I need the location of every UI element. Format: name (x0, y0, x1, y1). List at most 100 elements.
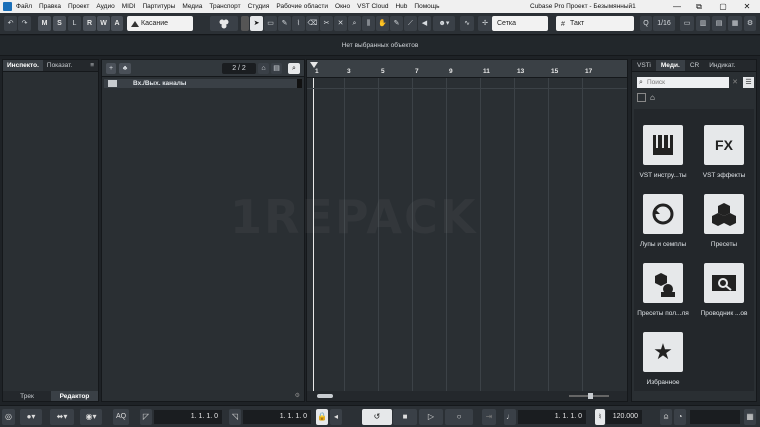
read-button[interactable]: R (83, 16, 96, 31)
tab-editor[interactable]: Редактор (51, 391, 98, 401)
menu-file[interactable]: Файл (16, 3, 32, 10)
track-row[interactable]: Вх./Вых. каналы (104, 79, 302, 88)
record-mode-select[interactable]: ●▾ (20, 409, 42, 425)
track-search-icon[interactable]: ⌕ (288, 63, 300, 74)
home-icon[interactable]: ⌂ (650, 93, 655, 102)
punch-in-icon[interactable]: ◂ (330, 409, 342, 425)
menu-transport[interactable]: Транспорт (209, 3, 240, 10)
line-tool[interactable]: ⟋ (404, 16, 417, 31)
menu-studio[interactable]: Студия (248, 3, 270, 10)
tab-vsti[interactable]: VSTi (632, 60, 656, 71)
listen-button[interactable]: L (68, 16, 81, 31)
zoom-slider-handle[interactable] (588, 393, 593, 399)
right-locator-display[interactable]: 1. 1. 1. 0 (243, 410, 311, 424)
tab-visibility[interactable]: Показат. (43, 60, 76, 71)
ruler[interactable]: 1 3 5 7 9 11 13 15 17 (307, 60, 627, 78)
auto-scroll-icon[interactable]: ∿ (460, 16, 474, 31)
marker-display[interactable] (690, 410, 740, 424)
inspector-menu-icon[interactable]: ≡ (86, 60, 98, 71)
restore-layout-button[interactable]: ⧉ (688, 0, 710, 13)
mute-button[interactable]: M (38, 16, 51, 31)
back-checkbox[interactable] (637, 93, 646, 102)
add-track-from-preset-icon[interactable]: ♣ (119, 63, 131, 74)
quantize-icon[interactable]: Q (640, 16, 652, 31)
horizontal-scrollbar[interactable] (307, 391, 627, 401)
fx-icon[interactable]: FX (704, 125, 744, 165)
tab-control-room[interactable]: CR (685, 60, 704, 71)
add-track-button[interactable]: + (106, 63, 116, 74)
mute-tool[interactable]: ✕ (334, 16, 347, 31)
menu-window[interactable]: Окно (335, 3, 350, 10)
maximize-button[interactable]: ▢ (712, 0, 734, 13)
menu-audio[interactable]: Аудио (96, 3, 114, 10)
record-button[interactable]: ○ (445, 409, 473, 425)
piano-icon[interactable] (643, 125, 683, 165)
snap-icon[interactable]: ✢ (478, 16, 492, 31)
menu-media[interactable]: Медиа (182, 3, 202, 10)
stop-button[interactable]: ■ (393, 409, 417, 425)
star-icon[interactable]: ★ (643, 332, 683, 372)
tab-inspector[interactable]: Инспекто. (3, 60, 43, 71)
transport-settings-icon[interactable]: ▦ (744, 409, 756, 425)
menu-help[interactable]: Помощь (414, 3, 439, 10)
color-tool-select[interactable] (210, 16, 238, 31)
lock-icon[interactable]: 🔒 (316, 409, 328, 425)
menu-scores[interactable]: Партитуры (142, 3, 175, 10)
tracklist-settings-icon[interactable]: ⚙ (295, 392, 300, 399)
tempo-track-icon[interactable]: ♮ (595, 409, 605, 425)
cycle-record-select[interactable]: ⬌▾ (50, 409, 74, 425)
track-layout-icon[interactable]: ▤ (271, 63, 282, 74)
play-button[interactable]: ▷ (419, 409, 443, 425)
settings-icon[interactable]: ⚙ (744, 16, 756, 31)
user-presets-icon[interactable] (643, 263, 683, 303)
glue-tool[interactable]: ⌇ (292, 16, 305, 31)
left-zone-icon[interactable]: ▥ (696, 16, 710, 31)
metronome-settings-icon[interactable]: ◔ (674, 409, 686, 425)
left-locator-icon[interactable]: ◸ (140, 409, 152, 425)
tool-palette-grip[interactable] (241, 16, 249, 31)
lower-zone-icon[interactable]: ▤ (712, 16, 726, 31)
quantize-value[interactable]: 1/16 (653, 16, 675, 31)
timewarp-tool[interactable]: ✋ (376, 16, 389, 31)
track-visibility-icon[interactable]: ⌂ (258, 63, 269, 74)
menu-hub[interactable]: Hub (395, 3, 407, 10)
undo-button[interactable]: ↶ (4, 16, 17, 31)
menu-workspaces[interactable]: Рабочие области (276, 3, 328, 10)
a-button[interactable]: A (111, 16, 123, 31)
punch-mode-select[interactable]: ◉▾ (80, 409, 102, 425)
redo-button[interactable]: ↷ (18, 16, 31, 31)
tab-track[interactable]: Трек (3, 391, 51, 401)
window-layout-icon[interactable]: ▭ (680, 16, 694, 31)
menu-midi[interactable]: MIDI (122, 3, 136, 10)
auto-quantize-button[interactable]: AQ (113, 409, 129, 425)
menu-edit[interactable]: Правка (39, 3, 61, 10)
range-select-tool[interactable]: ▭ (264, 16, 277, 31)
clear-search-icon[interactable]: ✕ (730, 77, 740, 88)
comp-tool[interactable]: ⫼ (362, 16, 375, 31)
draw-tool[interactable]: ✎ (390, 16, 403, 31)
loop-icon[interactable] (643, 194, 683, 234)
presets-icon[interactable] (704, 194, 744, 234)
magnifier-icon[interactable]: ⌕ (348, 16, 361, 31)
file-browser-icon[interactable] (704, 263, 744, 303)
list-view-icon[interactable]: ☰ (743, 77, 754, 88)
solo-button[interactable]: S (53, 16, 66, 31)
erase-tool[interactable]: ⌫ (306, 16, 319, 31)
click-icon[interactable]: ⍝ (660, 409, 672, 425)
position-display[interactable]: 1. 1. 1. 0 (518, 410, 586, 424)
grid-type-select[interactable]: Такт (556, 16, 634, 31)
tempo-display[interactable]: 120.000 (606, 410, 642, 424)
menu-project[interactable]: Проект (68, 3, 89, 10)
menu-vst-cloud[interactable]: VST Cloud (357, 3, 388, 10)
performance-icon[interactable]: ◎ (2, 409, 15, 425)
play-tool[interactable]: ◀ (418, 16, 431, 31)
sync-icon[interactable]: ⇥ (482, 409, 496, 425)
tab-media[interactable]: Меди. (655, 60, 685, 71)
minimize-button[interactable]: — (666, 0, 688, 13)
cycle-button[interactable]: ↺ (362, 409, 392, 425)
zoom-tool-icon[interactable]: ✂ (320, 16, 333, 31)
scroll-thumb[interactable] (317, 394, 333, 398)
snap-mode-icon[interactable]: ☻▾ (433, 16, 455, 31)
right-locator-icon[interactable]: ◹ (229, 409, 241, 425)
media-search-input[interactable] (637, 77, 729, 88)
